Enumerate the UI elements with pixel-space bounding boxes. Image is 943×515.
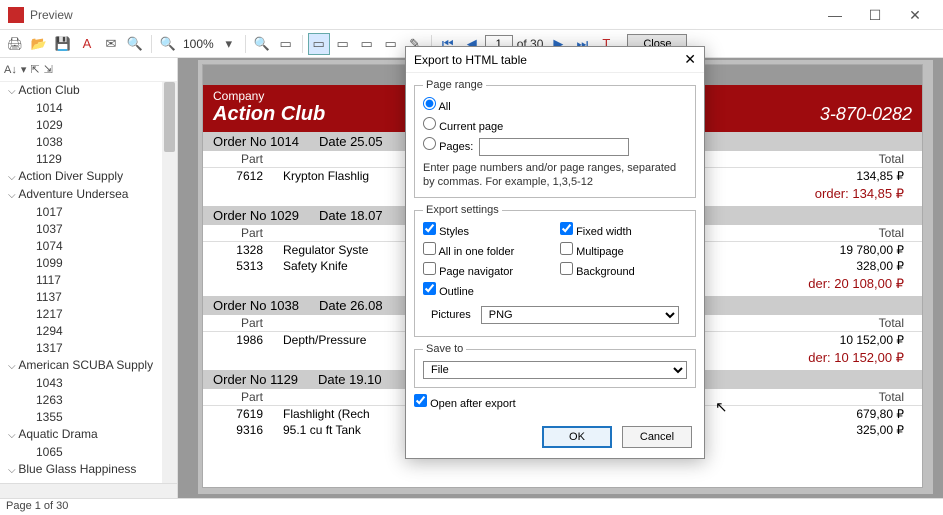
tree-item[interactable]: 1043 [8,375,177,392]
check-allone[interactable]: All in one folder [423,242,550,262]
tree-group[interactable]: Action Diver Supply [8,168,177,186]
tree-item[interactable]: 1217 [8,306,177,323]
tree-item[interactable]: 1294 [8,323,177,340]
tree-group[interactable]: Adventure Undersea [8,186,177,204]
tree-item[interactable]: 1117 [8,272,177,289]
save-to-group: Save to File [414,343,696,388]
cancel-button[interactable]: Cancel [622,426,692,448]
view4-icon[interactable]: ▭ [380,33,402,55]
view1-icon[interactable]: ▭ [308,33,330,55]
mail-icon[interactable]: ✉ [100,33,122,55]
ok-button[interactable]: OK [542,426,612,448]
tree-item[interactable]: 1037 [8,221,177,238]
sidebar-toolbar: A↓ ▾ ⇱ ⇲ [0,58,177,82]
status-bar: Page 1 of 30 [0,498,943,515]
tree-item[interactable]: 1017 [8,204,177,221]
dialog-title: Export to HTML table [414,53,527,67]
check-fixed[interactable]: Fixed width [560,222,687,242]
status-text: Page 1 of 30 [6,500,68,512]
pages-hint: Enter page numbers and/or page ranges, s… [423,161,687,189]
check-outline[interactable]: Outline [423,282,550,302]
tree-group[interactable]: American SCUBA Supply [8,357,177,375]
company-phone: 3-870-0282 [820,104,912,125]
view3-icon[interactable]: ▭ [356,33,378,55]
pictures-select[interactable]: PNG [481,306,679,324]
save-to-select[interactable]: File [423,361,687,379]
radio-all[interactable]: All [423,97,687,117]
window-title: Preview [30,8,815,22]
check-multipage[interactable]: Multipage [560,242,687,262]
app-icon [8,7,24,23]
check-background[interactable]: Background [560,262,687,282]
sidebar: A↓ ▾ ⇱ ⇲ Action Club1014102910381129Acti… [0,58,178,498]
zoom-out-icon[interactable]: 🔍 [251,33,273,55]
view2-icon[interactable]: ▭ [332,33,354,55]
check-styles[interactable]: Styles [423,222,550,242]
pages-input[interactable] [479,138,629,156]
radio-current-page[interactable]: Current page [423,117,687,137]
pictures-label: Pictures [431,309,471,321]
tree-group[interactable]: Aquatic Drama [8,426,177,444]
tree-item[interactable]: 1355 [8,409,177,426]
expand-icon[interactable]: ⇲ [44,63,53,76]
page-range-group: Page range All Current page Pages: Enter… [414,79,696,198]
tree-group[interactable]: Blue Glass Happiness [8,461,177,479]
pdf-icon[interactable]: A [76,33,98,55]
zoom-icon[interactable]: 🔍 [157,33,179,55]
company-name: Action Club [213,103,325,126]
sidebar-scrollbar[interactable] [162,82,177,483]
tree-item[interactable]: 1263 [8,392,177,409]
save-icon[interactable]: 💾 [52,33,74,55]
outline-tree: Action Club1014102910381129Action Diver … [0,82,177,483]
check-pagenav[interactable]: Page navigator [423,262,550,282]
maximize-button[interactable]: ☐ [855,3,895,27]
tree-item[interactable]: 1074 [8,238,177,255]
export-settings-group: Export settings Styles All in one folder… [414,204,696,337]
zoom-value: 100% [181,37,216,51]
tree-item[interactable]: 1065 [8,444,177,461]
chevron-down-icon[interactable]: ▾ [218,33,240,55]
tree-item[interactable]: 1029 [8,117,177,134]
radio-pages[interactable]: Pages: [423,137,473,157]
check-open-after[interactable]: Open after export [414,394,516,414]
collapse-icon[interactable]: ⇱ [30,63,39,76]
export-dialog: Export to HTML table ✕ Page range All Cu… [405,46,705,459]
titlebar: Preview — ☐ ✕ [0,0,943,30]
print-icon[interactable]: 🖨 [4,33,26,55]
sort-icon[interactable]: A↓ [4,64,17,76]
tree-item[interactable]: 1014 [8,100,177,117]
tree-item[interactable]: 1099 [8,255,177,272]
tree-item[interactable]: 1129 [8,151,177,168]
close-window-button[interactable]: ✕ [895,3,935,27]
tree-group[interactable]: Action Club [8,82,177,100]
find-icon[interactable]: 🔍 [124,33,146,55]
sidebar-h-scroll[interactable] [0,483,177,498]
minimize-button[interactable]: — [815,3,855,27]
dialog-close-icon[interactable]: ✕ [684,51,696,68]
fit-page-icon[interactable]: ▭ [275,33,297,55]
tree-item[interactable]: 1137 [8,289,177,306]
open-icon[interactable]: 📂 [28,33,50,55]
tree-item[interactable]: 1317 [8,340,177,357]
tree-item[interactable]: 1038 [8,134,177,151]
